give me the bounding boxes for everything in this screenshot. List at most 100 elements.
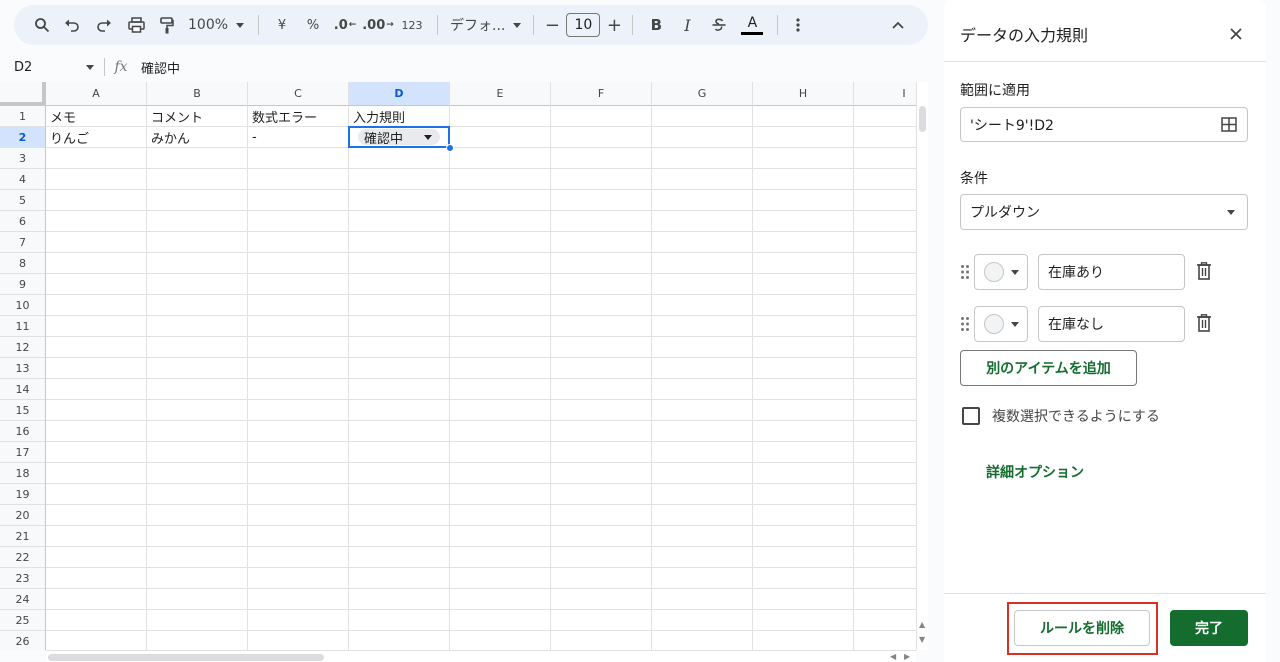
row-header[interactable]: 5 bbox=[0, 190, 46, 211]
row-header[interactable]: 24 bbox=[0, 589, 46, 610]
row-header[interactable]: 8 bbox=[0, 253, 46, 274]
increase-font-size-button[interactable]: + bbox=[604, 11, 624, 39]
paint-format-icon[interactable] bbox=[152, 11, 182, 39]
delete-item-icon[interactable] bbox=[1196, 262, 1214, 282]
row-header[interactable]: 4 bbox=[0, 169, 46, 190]
close-icon[interactable] bbox=[1226, 24, 1246, 44]
row-header[interactable]: 21 bbox=[0, 526, 46, 547]
row-header[interactable]: 9 bbox=[0, 274, 46, 295]
row-header[interactable]: 11 bbox=[0, 316, 46, 337]
increase-decimal-button[interactable]: .00 → bbox=[361, 11, 395, 39]
fx-icon: fx bbox=[114, 59, 128, 75]
column-header[interactable]: G bbox=[652, 82, 753, 106]
select-all-corner[interactable] bbox=[0, 82, 46, 106]
cell-a2[interactable]: りんご bbox=[46, 127, 147, 148]
item-value-input[interactable]: 在庫なし bbox=[1038, 306, 1185, 342]
cell-c1[interactable]: 数式エラー bbox=[248, 106, 349, 127]
scroll-right-icon[interactable]: ▶ bbox=[904, 652, 910, 661]
more-vert-icon[interactable] bbox=[786, 11, 810, 39]
row-header[interactable]: 26 bbox=[0, 631, 46, 650]
column-header[interactable]: H bbox=[753, 82, 854, 106]
column-header[interactable]: F bbox=[551, 82, 652, 106]
drag-handle-icon[interactable] bbox=[960, 264, 970, 280]
cell-a1[interactable]: メモ bbox=[46, 106, 147, 127]
horizontal-scrollbar[interactable]: ◀ ▶ bbox=[46, 650, 916, 662]
row-header[interactable]: 12 bbox=[0, 337, 46, 358]
advanced-options-link[interactable]: 詳細オプション bbox=[986, 462, 1084, 482]
select-range-icon[interactable] bbox=[1221, 117, 1237, 136]
formula-input[interactable]: 確認中 bbox=[137, 58, 180, 77]
redo-icon[interactable] bbox=[88, 11, 120, 39]
cell-c2[interactable]: - bbox=[248, 127, 349, 148]
row-header[interactable]: 22 bbox=[0, 547, 46, 568]
number-format-button[interactable]: 123 bbox=[395, 11, 429, 39]
cell-b2[interactable]: みかん bbox=[147, 127, 248, 148]
drag-handle-icon[interactable] bbox=[960, 316, 970, 332]
strikethrough-icon[interactable] bbox=[703, 11, 735, 39]
column-header[interactable]: B bbox=[147, 82, 248, 106]
print-icon[interactable] bbox=[120, 11, 152, 39]
row-header[interactable]: 13 bbox=[0, 358, 46, 379]
row-header[interactable]: 15 bbox=[0, 400, 46, 421]
percent-format-button[interactable]: % bbox=[297, 11, 329, 39]
italic-button[interactable]: I bbox=[671, 11, 703, 39]
fill-handle[interactable] bbox=[446, 144, 454, 152]
footer-divider bbox=[944, 593, 1266, 594]
row-header[interactable]: 25 bbox=[0, 610, 46, 631]
column-header[interactable]: I bbox=[854, 82, 916, 106]
row-header[interactable]: 19 bbox=[0, 484, 46, 505]
row-header[interactable]: 7 bbox=[0, 232, 46, 253]
row-header[interactable]: 23 bbox=[0, 568, 46, 589]
scroll-up-icon[interactable]: ▲ bbox=[919, 620, 925, 629]
currency-format-button[interactable]: ¥ bbox=[267, 11, 297, 39]
cell-b1[interactable]: コメント bbox=[147, 106, 248, 127]
scroll-left-icon[interactable]: ◀ bbox=[890, 652, 896, 661]
undo-icon[interactable] bbox=[56, 11, 88, 39]
column-header[interactable]: C bbox=[248, 82, 349, 106]
row-header[interactable]: 16 bbox=[0, 421, 46, 442]
row-header[interactable]: 6 bbox=[0, 211, 46, 232]
decrease-font-size-button[interactable]: − bbox=[542, 11, 562, 39]
multi-select-checkbox[interactable] bbox=[962, 407, 980, 425]
column-header[interactable]: E bbox=[450, 82, 551, 106]
delete-rule-button[interactable]: ルールを削除 bbox=[1014, 610, 1150, 646]
row-header[interactable]: 18 bbox=[0, 463, 46, 484]
bold-button[interactable]: B bbox=[641, 11, 671, 39]
dropdown-chip[interactable]: 確認中 bbox=[358, 129, 440, 147]
vertical-scrollbar[interactable]: ▲ ▼ bbox=[916, 82, 928, 650]
add-item-button[interactable]: 別のアイテムを追加 bbox=[960, 350, 1137, 386]
item-color-select[interactable] bbox=[974, 306, 1028, 342]
text-color-button[interactable]: A bbox=[735, 11, 769, 39]
column-header[interactable]: D bbox=[349, 82, 450, 106]
column-header[interactable]: A bbox=[46, 82, 147, 106]
item-color-select[interactable] bbox=[974, 254, 1028, 290]
row-header[interactable]: 17 bbox=[0, 442, 46, 463]
zoom-select[interactable]: 100% bbox=[182, 11, 250, 39]
collapse-toolbar-icon[interactable] bbox=[884, 11, 912, 39]
font-select[interactable]: デフォ... bbox=[446, 11, 525, 39]
row-header[interactable]: 10 bbox=[0, 295, 46, 316]
row-header[interactable]: 2 bbox=[0, 127, 46, 148]
decrease-decimal-button[interactable]: .0 ← bbox=[329, 11, 361, 39]
name-box[interactable]: D2 bbox=[0, 53, 104, 81]
row-header[interactable]: 14 bbox=[0, 379, 46, 400]
horizontal-scroll-thumb[interactable] bbox=[48, 654, 324, 661]
grid-line bbox=[46, 252, 916, 253]
font-size-input[interactable]: 10 bbox=[566, 13, 601, 37]
delete-item-icon[interactable] bbox=[1196, 314, 1214, 334]
chevron-down-icon bbox=[1227, 210, 1235, 215]
row-header[interactable]: 1 bbox=[0, 106, 46, 127]
sheet-grid[interactable]: ABCDEFGHI 1 2 3 4 5 6 7 8 9 10 11 12 13 14 15 16 17 18 19 2… bbox=[0, 82, 916, 650]
cell-d1[interactable]: 入力規則 bbox=[349, 106, 450, 127]
range-input[interactable]: 'シート9'!D2 bbox=[960, 107, 1248, 142]
done-button[interactable]: 完了 bbox=[1170, 610, 1248, 646]
condition-label: 条件 bbox=[960, 171, 988, 187]
vertical-scroll-thumb[interactable] bbox=[919, 106, 926, 132]
scroll-down-icon[interactable]: ▼ bbox=[919, 635, 925, 644]
row-header[interactable]: 3 bbox=[0, 148, 46, 169]
grid-line bbox=[46, 336, 916, 337]
item-value-input[interactable]: 在庫あり bbox=[1038, 254, 1185, 290]
condition-select[interactable]: プルダウン bbox=[960, 194, 1248, 230]
row-header[interactable]: 20 bbox=[0, 505, 46, 526]
search-menus-icon[interactable] bbox=[28, 11, 56, 39]
